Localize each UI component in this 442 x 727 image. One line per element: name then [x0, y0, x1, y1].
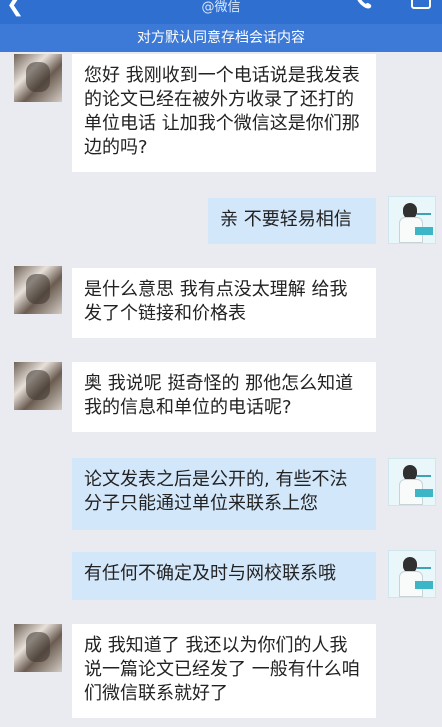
- phone-icon[interactable]: [355, 0, 373, 10]
- message-bubble: 有任何不确定及时与网校联系哦: [72, 552, 376, 600]
- contact-avatar[interactable]: [14, 266, 62, 314]
- chat-header: ❮ @微信 对方默认同意存档会话内容: [0, 0, 442, 52]
- agent-avatar[interactable]: [388, 458, 436, 506]
- message-bubble: 论文发表之后是公开的, 有些不法分子只能通过单位来联系上您: [72, 458, 376, 530]
- message-bubble: 奥 我说呢 挺奇怪的 那他怎么知道我的信息和单位的电话呢?: [72, 362, 376, 432]
- agent-avatar[interactable]: [388, 550, 436, 598]
- message-bubble: 亲 不要轻易相信: [208, 198, 376, 244]
- contact-avatar[interactable]: [14, 362, 62, 410]
- more-icon[interactable]: [410, 0, 432, 10]
- contact-avatar[interactable]: [14, 624, 62, 672]
- message-bubble: 您好 我刚收到一个电话说是我发表的论文已经在被外方收录了还打的单位电话 让加我个…: [72, 54, 376, 172]
- header-subtitle: @微信: [201, 0, 241, 15]
- archive-notice: 对方默认同意存档会话内容: [0, 24, 442, 52]
- agent-avatar[interactable]: [388, 196, 436, 244]
- message-bubble: 成 我知道了 我还以为你们的人我说一篇论文已经发了 一般有什么咱们微信联系就好了: [72, 624, 376, 718]
- message-bubble: 是什么意思 我有点没太理解 给我发了个链接和价格表: [72, 268, 376, 338]
- contact-avatar[interactable]: [14, 54, 62, 102]
